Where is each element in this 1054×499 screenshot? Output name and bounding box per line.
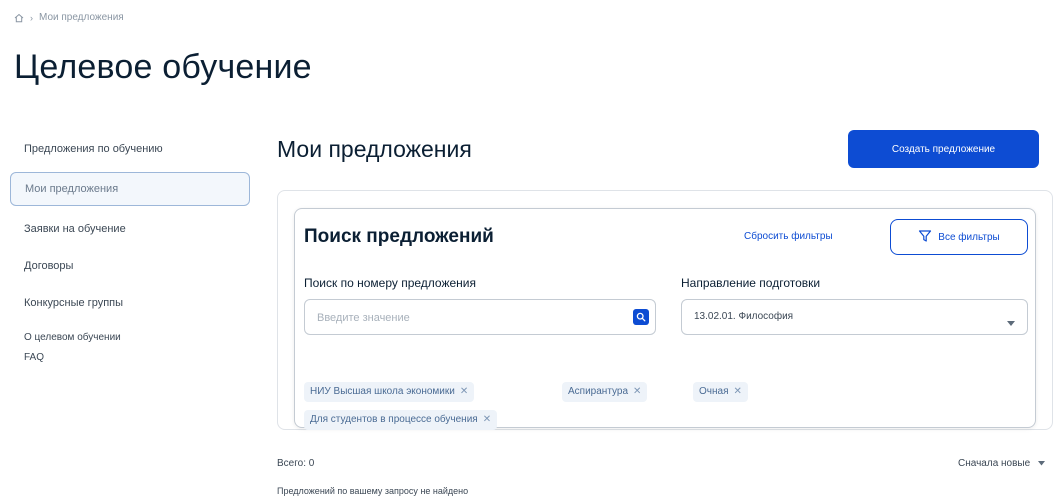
chip-label: Очная <box>699 386 729 397</box>
filter-chip[interactable]: Аспирантура ✕ <box>562 382 648 402</box>
sidebar-item-about[interactable]: О целевом обучении <box>10 330 250 346</box>
all-filters-button[interactable]: Все фильтры <box>890 219 1028 255</box>
filter-chip[interactable]: Очная ✕ <box>693 382 748 402</box>
sidebar-item-offers[interactable]: Предложения по обучению <box>10 136 250 162</box>
number-search-field <box>304 299 656 335</box>
breadcrumb-current: Мои предложения <box>39 12 124 23</box>
chevron-down-icon <box>1007 314 1015 326</box>
page-title: Целевое обучение <box>14 48 312 86</box>
chevron-down-icon <box>1038 458 1046 469</box>
number-search-input[interactable] <box>317 309 607 327</box>
results-total: Всего: 0 <box>277 458 315 469</box>
reset-filters-link[interactable]: Сбросить фильтры <box>744 231 833 242</box>
direction-label: Направление подготовки <box>681 276 821 290</box>
sidebar-item-applications[interactable]: Заявки на обучение <box>10 216 250 242</box>
sidebar-item-competition-groups[interactable]: Конкурсные группы <box>10 290 250 316</box>
direction-select[interactable]: 13.02.01. Философия <box>681 299 1028 335</box>
home-icon[interactable] <box>14 13 24 23</box>
filter-chip[interactable]: НИУ Высшая школа экономики ✕ <box>304 382 475 402</box>
close-icon[interactable]: ✕ <box>460 382 468 402</box>
direction-select-value: 13.02.01. Философия <box>694 311 794 322</box>
chip-label: НИУ Высшая школа экономики <box>310 386 455 397</box>
breadcrumb: › Мои предложения <box>14 12 124 23</box>
close-icon[interactable]: ✕ <box>734 382 742 402</box>
filter-chip[interactable]: Для студентов в процессе обучения ✕ <box>304 410 498 430</box>
sort-dropdown[interactable]: Сначала новые <box>958 458 1046 469</box>
sidebar-item-contracts[interactable]: Договоры <box>10 253 250 279</box>
section-title: Мои предложения <box>277 136 472 162</box>
sidebar-item-faq[interactable]: FAQ <box>10 350 250 366</box>
close-icon[interactable]: ✕ <box>483 410 491 430</box>
chip-label: Для студентов в процессе обучения <box>310 414 478 425</box>
number-search-label: Поиск по номеру предложения <box>304 276 476 290</box>
filter-icon <box>918 229 932 246</box>
search-icon[interactable] <box>633 309 649 325</box>
all-filters-label: Все фильтры <box>938 231 1000 243</box>
breadcrumb-separator: › <box>30 12 33 23</box>
empty-results-message: Предложений по вашему запросу не найдено <box>277 486 469 496</box>
sort-label: Сначала новые <box>958 458 1031 469</box>
sidebar: Предложения по обучению Мои предложения … <box>10 136 250 366</box>
search-title: Поиск предложений <box>304 226 494 247</box>
sidebar-item-my-offers[interactable]: Мои предложения <box>10 172 250 206</box>
close-icon[interactable]: ✕ <box>633 382 641 402</box>
chip-label: Аспирантура <box>568 386 629 397</box>
create-offer-button[interactable]: Создать предложение <box>848 130 1039 168</box>
